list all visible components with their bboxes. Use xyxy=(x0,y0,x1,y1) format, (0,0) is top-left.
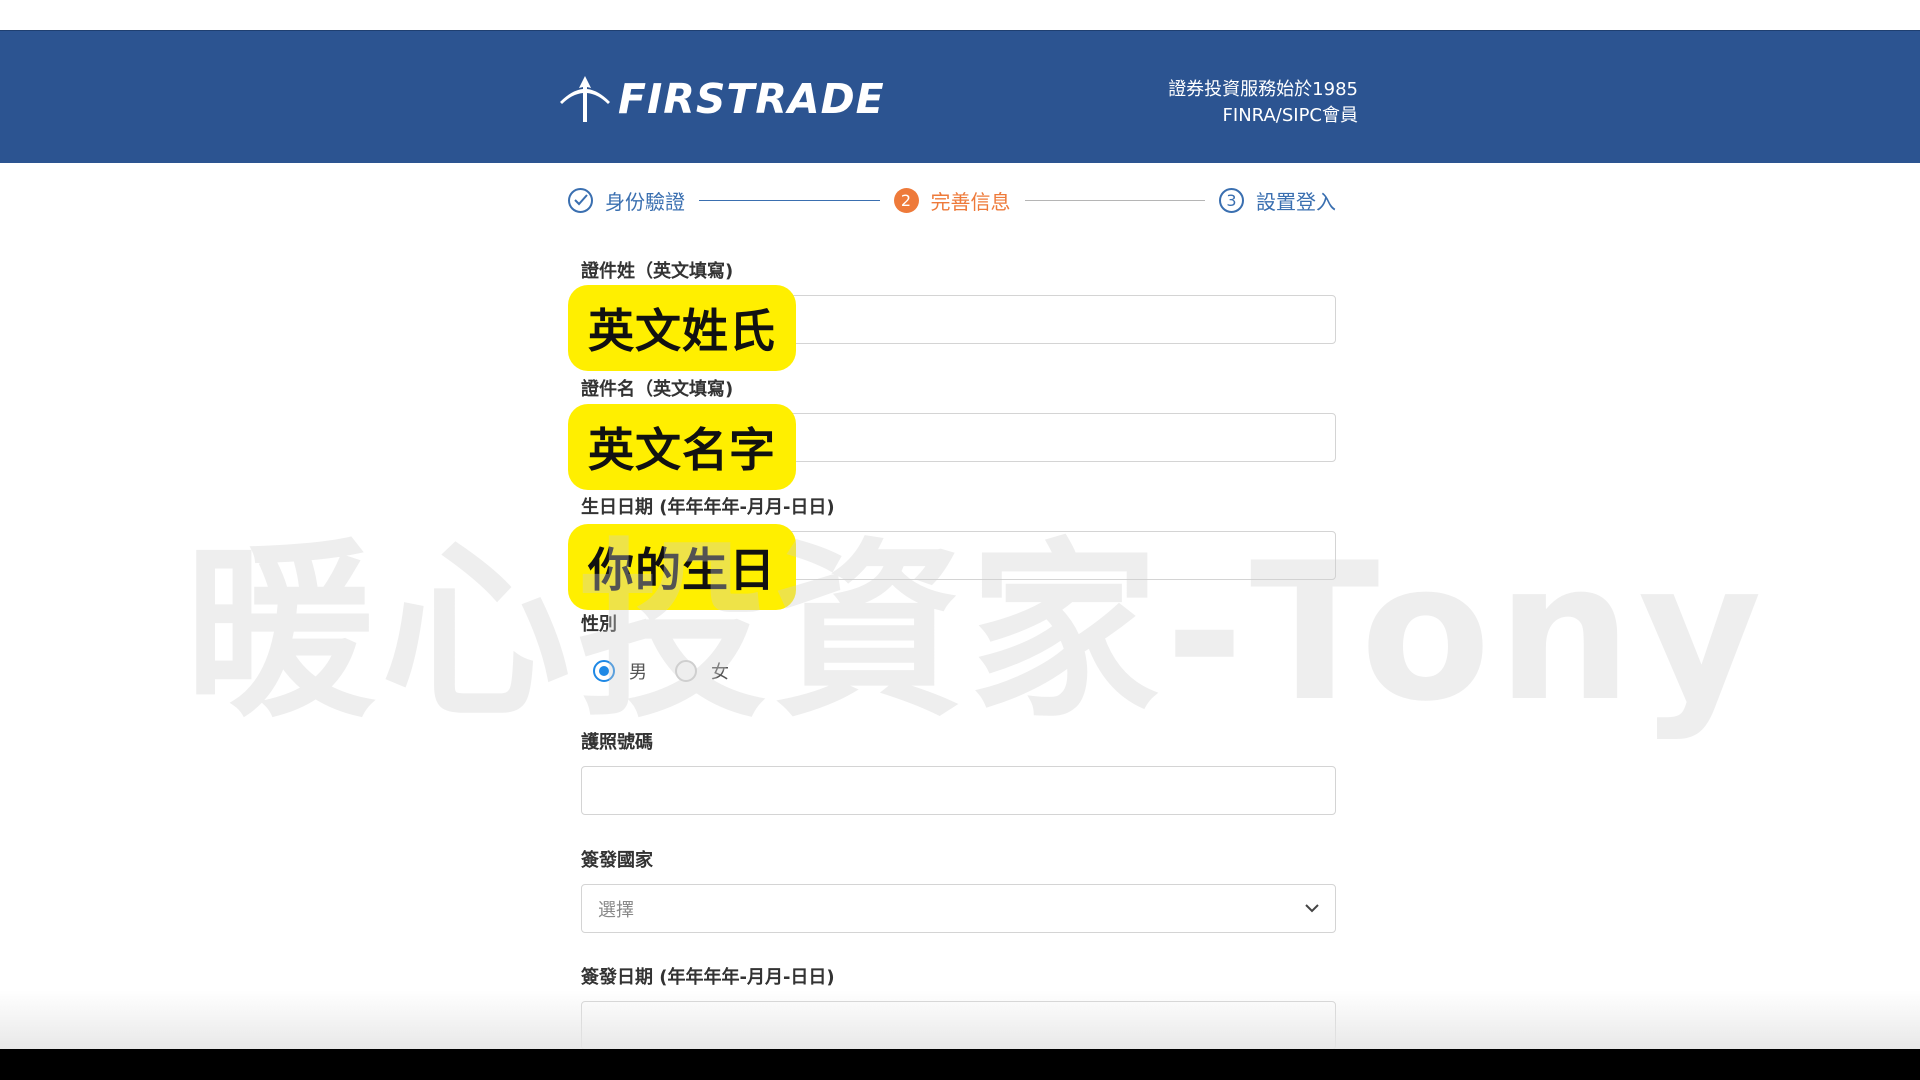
check-icon xyxy=(568,187,593,213)
step-login: 3 設置登入 xyxy=(1219,186,1336,215)
step-number: 2 xyxy=(893,187,919,213)
brand-name: FIRSTRADE xyxy=(618,74,885,123)
first-name-annotation-badge: 英文名字 xyxy=(568,404,796,490)
firstrade-logo[interactable]: FIRSTRADE xyxy=(558,71,885,127)
gender-female-label: 女 xyxy=(711,662,729,683)
issue-country-label: 簽發國家 xyxy=(581,850,653,871)
issue-country-select[interactable]: 選擇 xyxy=(581,884,1336,933)
issue-date-input[interactable] xyxy=(581,1001,1336,1049)
step-label: 設置登入 xyxy=(1256,189,1336,214)
birthdate-annotation-badge: 你的生日 xyxy=(568,524,796,610)
last-name-label: 證件姓（英文填寫) xyxy=(581,261,734,282)
site-header: FIRSTRADE 證券投資服務始於1985 FINRA/SIPC會員 xyxy=(0,30,1920,163)
step-label: 完善信息 xyxy=(930,189,1011,214)
last-name-annotation-badge: 英文姓氏 xyxy=(568,285,796,371)
issue-country-field: 簽發國家 選擇 xyxy=(581,848,1336,933)
chevron-down-icon xyxy=(1305,904,1319,913)
top-strip xyxy=(0,0,1920,30)
gender-female-option[interactable]: 女 xyxy=(675,658,729,684)
step-connector xyxy=(699,199,880,201)
gender-male-option[interactable]: 男 xyxy=(593,658,647,684)
radio-unchecked-icon[interactable] xyxy=(675,660,697,682)
header-tagline: 證券投資服務始於1985 FINRA/SIPC會員 xyxy=(1168,77,1358,129)
gender-male-label: 男 xyxy=(629,662,647,683)
birthdate-label: 生日日期 (年年年年-月月-日日) xyxy=(581,497,835,518)
progress-steps: 身份驗證 2 完善信息 3 設置登入 xyxy=(568,185,1336,215)
gender-field: 性別 男 女 xyxy=(581,612,1336,684)
step-details: 2 完善信息 xyxy=(893,186,1011,215)
passport-input[interactable] xyxy=(581,766,1336,815)
gender-radio-group: 男 女 xyxy=(593,658,1336,684)
arrow-logo-icon xyxy=(560,76,610,122)
radio-checked-icon[interactable] xyxy=(593,660,615,682)
select-placeholder: 選擇 xyxy=(598,899,634,921)
browser-viewport: FIRSTRADE 證券投資服務始於1985 FINRA/SIPC會員 身份驗證… xyxy=(0,0,1920,1049)
passport-label: 護照號碼 xyxy=(581,732,653,753)
step-connector xyxy=(1024,199,1205,201)
tagline-line2: FINRA/SIPC會員 xyxy=(1222,105,1358,126)
issue-date-field: 簽發日期 (年年年年-月月-日日) xyxy=(581,965,1336,1049)
issue-date-label: 簽發日期 (年年年年-月月-日日) xyxy=(581,967,835,988)
gender-label: 性別 xyxy=(581,614,617,635)
step-number: 3 xyxy=(1219,187,1244,213)
step-label: 身份驗證 xyxy=(605,189,685,214)
passport-field: 護照號碼 xyxy=(581,730,1336,815)
tagline-line1: 證券投資服務始於1985 xyxy=(1168,79,1358,100)
step-identity: 身份驗證 xyxy=(568,186,685,215)
first-name-label: 證件名（英文填寫) xyxy=(581,379,734,400)
